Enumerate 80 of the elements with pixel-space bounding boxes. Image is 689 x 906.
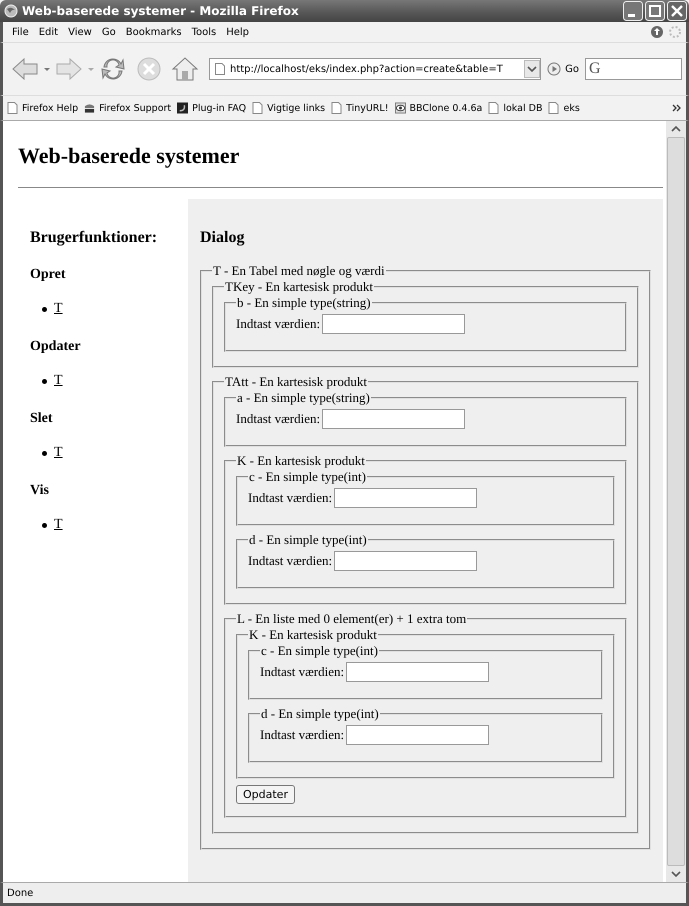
field-label: Indtast værdien: (236, 316, 320, 332)
fieldset-legend: TAtt - En kartesisk produkt (224, 374, 368, 390)
page-icon (488, 102, 500, 114)
search-field[interactable]: G (585, 58, 682, 80)
fieldset-legend: d - En simple type(int) (260, 706, 380, 722)
fieldset-legend: c - En simple type(int) (248, 469, 367, 485)
table-link[interactable]: T (54, 517, 63, 533)
dialog-title: Dialog (200, 229, 246, 247)
bookmark-item[interactable]: Firefox Help (7, 102, 78, 114)
caret-icon[interactable] (87, 65, 95, 73)
download-icon (650, 25, 664, 39)
throbber-icon (668, 25, 682, 39)
caret-icon[interactable] (43, 65, 51, 73)
menu-item[interactable]: Help (221, 26, 254, 38)
bullet-icon (42, 378, 47, 384)
value-input[interactable] (346, 662, 490, 682)
menu-item[interactable]: View (63, 26, 97, 38)
fieldset-legend: a - En simple type(string) (236, 390, 371, 406)
zine-icon (84, 102, 96, 114)
update-button[interactable]: Opdater (236, 785, 295, 804)
page-icon (331, 102, 342, 114)
menu-item[interactable]: Edit (34, 26, 64, 38)
menu-item[interactable]: Tools (186, 26, 222, 38)
field-label: Indtast værdien: (260, 664, 344, 680)
bullet-icon (42, 306, 47, 312)
bookmark-item[interactable]: Plug-in FAQ (177, 102, 246, 114)
fieldset-legend: T - En Tabel med nøgle og værdi (212, 263, 386, 279)
bullet-icon (42, 522, 47, 528)
page-heading: Web-baserede systemer (18, 143, 240, 169)
section-heading: Vis (30, 483, 50, 499)
chevron-icon[interactable] (672, 103, 682, 113)
section-heading: Slet (30, 411, 54, 427)
menu-item[interactable]: Bookmarks (120, 26, 187, 38)
fieldset-legend: d - En simple type(int) (248, 532, 368, 548)
value-input[interactable] (334, 488, 478, 508)
fieldset-legend: K - En kartesisk produkt (248, 627, 378, 643)
play-icon (547, 62, 562, 76)
value-input[interactable] (322, 314, 466, 334)
fieldset-legend: TKey - En kartesisk produkt (224, 279, 374, 295)
bullet-icon (42, 450, 47, 456)
field-label: Indtast værdien: (248, 490, 332, 506)
minimize-icon[interactable] (623, 1, 643, 21)
menu-item[interactable]: Go (96, 26, 121, 38)
field-label: Indtast værdien: (260, 727, 344, 743)
fieldset-legend: K - En kartesisk produkt (236, 453, 366, 469)
bookmark-item[interactable]: TinyURL! (331, 102, 389, 114)
status-text: Done (7, 888, 34, 898)
sidebar-title: Brugerfunktioner: (30, 229, 158, 247)
page-icon (215, 63, 225, 75)
table-link[interactable]: T (54, 373, 63, 389)
table-link[interactable]: T (54, 445, 63, 461)
fieldset-legend: b - En simple type(string) (236, 295, 372, 311)
menu-item[interactable]: File (7, 26, 34, 38)
plugin-icon (177, 102, 188, 114)
dropdown-icon[interactable] (524, 60, 540, 78)
value-input[interactable] (334, 551, 478, 571)
fieldset-legend: L - En liste med 0 element(er) + 1 extra tom (236, 611, 468, 627)
bookmark-item[interactable]: BBClone 0.4.6a (394, 102, 482, 114)
go-button[interactable]: Go (547, 62, 579, 76)
page-icon (252, 102, 264, 114)
value-input[interactable] (346, 725, 490, 745)
close-icon[interactable] (667, 1, 687, 21)
bookmark-item[interactable]: eks (548, 102, 580, 114)
fieldset-legend: c - En simple type(int) (260, 643, 379, 659)
section-heading: Opret (30, 267, 67, 283)
eye-icon (394, 102, 406, 114)
address-field[interactable]: http://localhost/eks/index.php?action=create&table=T (209, 58, 542, 80)
section-heading: Opdater (30, 339, 82, 355)
table-link[interactable]: T (54, 301, 63, 317)
field-label: Indtast værdien: (248, 553, 332, 569)
maximize-icon[interactable] (645, 1, 665, 21)
window-title: Web-baserede systemer - Mozilla Firefox (22, 4, 300, 18)
page-icon (548, 102, 560, 114)
bookmark-item[interactable]: lokal DB (488, 102, 542, 114)
page-icon (7, 102, 18, 114)
globe-icon (4, 4, 18, 18)
bookmark-item[interactable]: Vigtige links (252, 102, 326, 114)
field-label: Indtast værdien: (236, 411, 320, 427)
value-input[interactable] (322, 409, 466, 429)
bookmark-item[interactable]: Firefox Support (84, 102, 172, 114)
